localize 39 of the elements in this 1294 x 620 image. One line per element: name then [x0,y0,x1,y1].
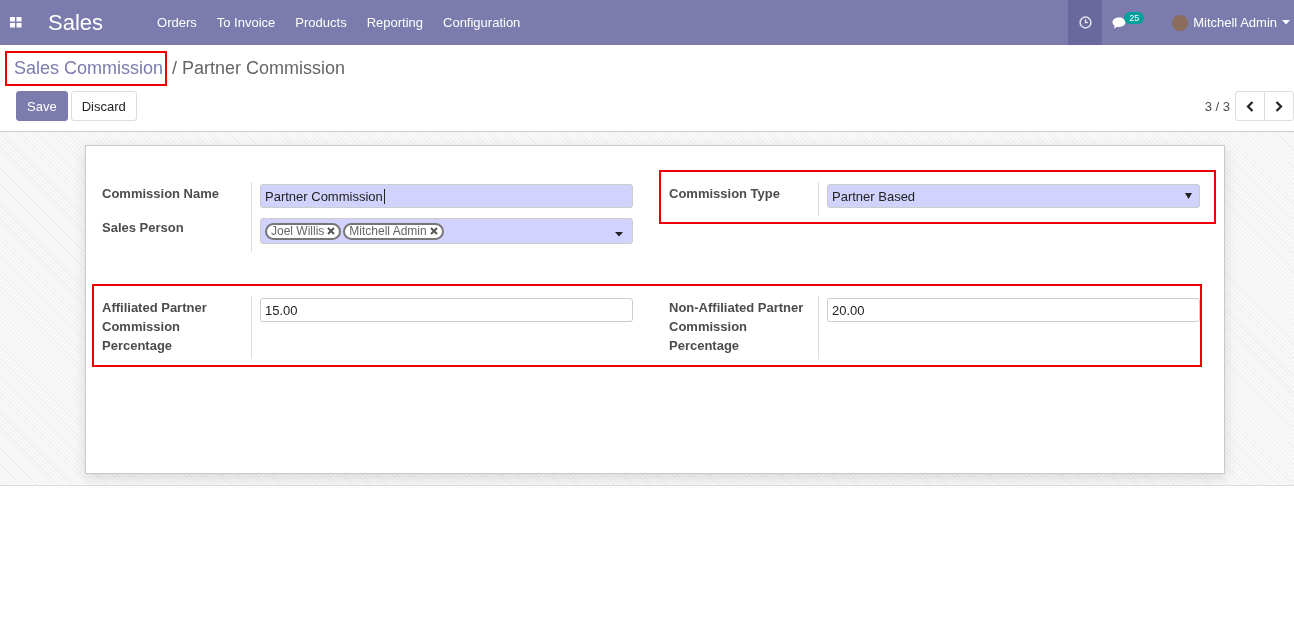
breadcrumb-link[interactable]: Sales Commission [14,57,164,78]
select-field[interactable]: Partner Based [827,184,1200,208]
dropdown-caret-icon [615,231,623,237]
breadcrumb-separator: / [172,57,178,79]
app-title: Sales [48,9,104,36]
input-field[interactable]: 20.00 [827,298,1200,322]
avatar-circle [1172,14,1189,31]
tags-field[interactable]: Joel Willis Mitchell Admin [260,218,633,244]
caret-icon [1282,20,1290,25]
input-field[interactable]: Partner Commission [260,184,633,208]
message-count-badge: 25 [1124,11,1145,24]
field-label: Affiliated Partner Commission Percentage [102,296,252,359]
field-label: Commission Name [102,182,252,216]
activity-button[interactable] [1068,0,1103,45]
chevron-left-icon [1246,100,1254,112]
field-label: Sales Person [102,216,252,252]
menu-item[interactable]: Configuration [433,15,531,30]
field-label: Commission Type [669,182,819,216]
field-label: Non-Affiliated Partner Commission Percentage [669,296,819,359]
save-button[interactable]: Save [16,91,68,121]
apps-grid-icon[interactable] [10,17,22,28]
chevron-right-icon [1275,100,1283,112]
remove-icon[interactable] [327,227,336,235]
menu-item[interactable]: To Invoice [206,15,286,30]
user-menu[interactable]: Mitchell Admin [1172,14,1290,31]
clock-icon [1078,16,1092,29]
tag-chip[interactable]: Mitchell Admin [343,222,444,240]
menu-item[interactable]: Reporting [356,15,433,30]
discard-button[interactable]: Discard [70,91,137,121]
input-field[interactable]: 15.00 [260,298,633,322]
breadcrumb-current: Partner Commission [182,57,346,79]
dropdown-arrow-icon [1185,193,1192,199]
tag-chip[interactable]: Joel Willis [265,222,342,240]
chat-icon[interactable] [1112,16,1127,29]
menu-item[interactable]: Orders [147,15,207,30]
text-cursor [383,188,385,204]
remove-icon[interactable] [429,227,438,235]
pager-counter: 3 / 3 [1204,98,1230,114]
menu-item[interactable]: Products [285,15,357,30]
